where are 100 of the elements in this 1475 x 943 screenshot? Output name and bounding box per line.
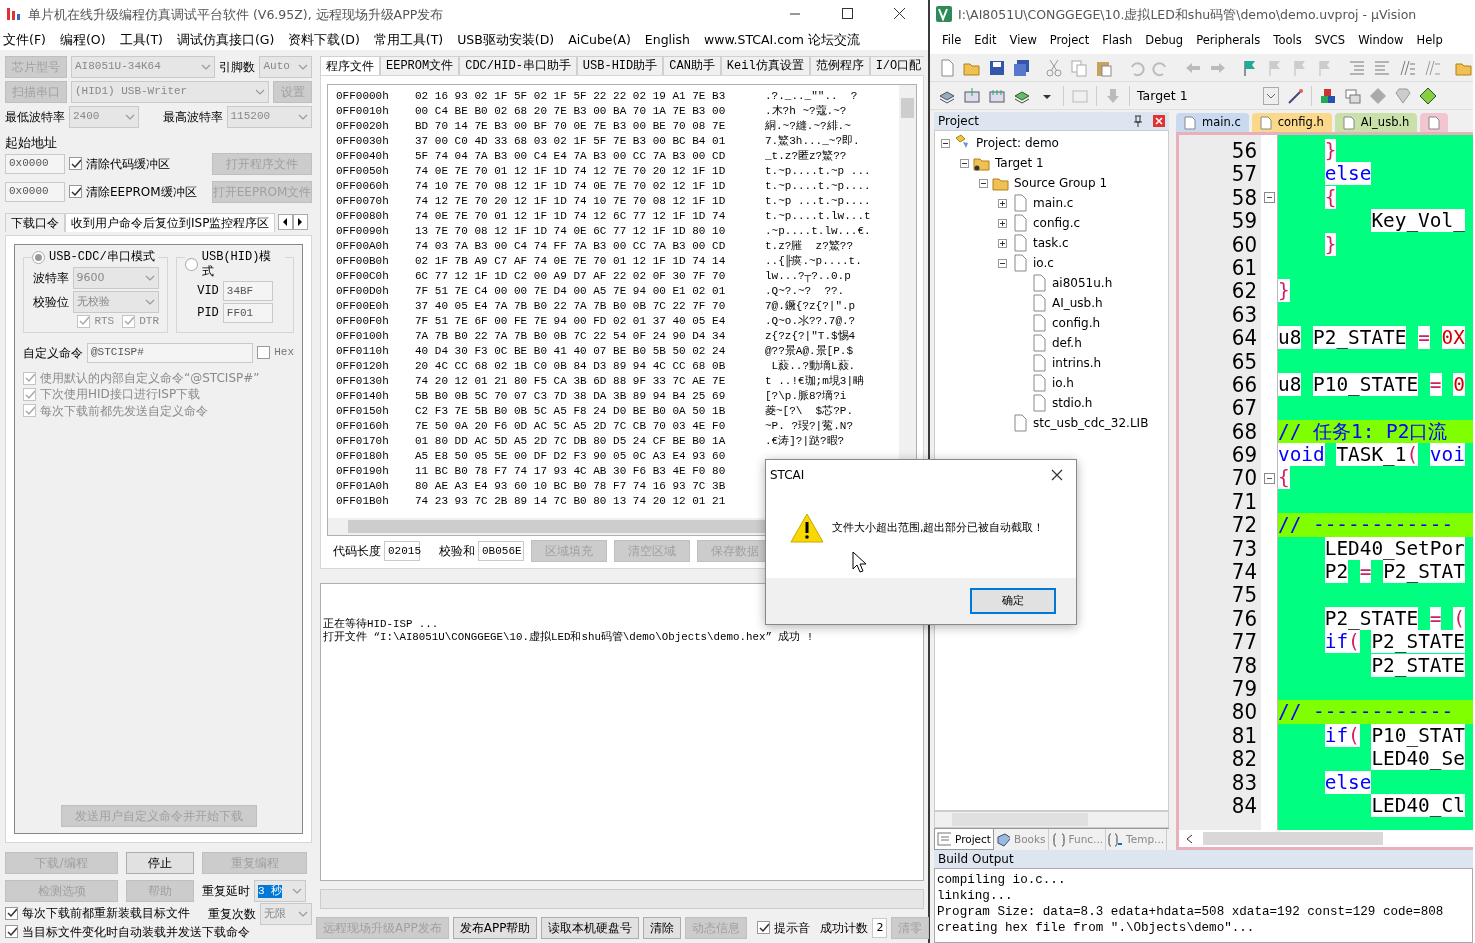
checkbox[interactable] [757, 921, 771, 935]
tree-item[interactable]: main.c [1033, 195, 1074, 211]
tree-item[interactable]: AI_usb.h [1052, 295, 1103, 311]
checkbox[interactable] [69, 185, 82, 199]
tree-item[interactable]: io.c [1033, 255, 1054, 271]
ok-button[interactable]: 确定 [970, 588, 1056, 614]
tree-item[interactable]: def.h [1052, 335, 1082, 351]
chip-icon[interactable] [1419, 86, 1437, 105]
menu-item[interactable]: View [1009, 34, 1037, 48]
tab[interactable]: AI_usb.h [1334, 113, 1418, 132]
checkbox[interactable] [5, 906, 18, 920]
close-icon[interactable] [1050, 468, 1064, 482]
tree-item[interactable]: Project: demo [976, 135, 1059, 151]
tab[interactable]: 范例程序 [809, 56, 870, 76]
tab[interactable]: 收到用户命令后复位到ISP监控程序区 [65, 213, 276, 233]
menu-item[interactable]: Peripherals [1196, 34, 1261, 48]
expand-toggle-icon[interactable] [941, 138, 950, 148]
checkbox[interactable] [23, 404, 36, 418]
menu-item[interactable]: Help [1416, 34, 1443, 48]
menu-item[interactable]: Window [1358, 34, 1404, 48]
menu-item[interactable]: SVCS [1314, 34, 1346, 48]
text-field[interactable]: @STCISP# [87, 342, 254, 363]
menu-item[interactable]: Debug [1145, 34, 1184, 48]
checkbox[interactable] [23, 388, 36, 402]
button[interactable]: 读取本机硬盘号 [541, 917, 640, 939]
tree-item[interactable]: task.c [1033, 235, 1069, 251]
tab[interactable]: USB-HID助手 [576, 56, 664, 76]
address-field[interactable]: 0x0000 [5, 154, 65, 174]
download-arrow-icon[interactable] [1104, 86, 1122, 105]
tab[interactable]: 程序文件 [320, 56, 380, 76]
tab[interactable]: Keil仿真设置 [720, 56, 810, 76]
radio-button[interactable] [185, 258, 198, 272]
menu-item[interactable]: 编程(O) [59, 31, 106, 47]
tree-item[interactable]: config.h [1052, 315, 1101, 331]
tree-item[interactable]: Source Group 1 [1014, 175, 1107, 191]
expand-toggle-icon[interactable] [979, 178, 988, 188]
target-dropdown[interactable]: Target 1 [1137, 86, 1279, 105]
tab[interactable]: EEPROM文件 [380, 56, 460, 76]
menu-item[interactable]: 常用工具(T) [373, 31, 444, 47]
tab[interactable] [1420, 113, 1449, 132]
comment-icon[interactable] [1398, 58, 1416, 77]
scrollbar[interactable] [934, 811, 1169, 828]
tree-item[interactable]: stc_usb_cdc_32.LIB [1033, 415, 1149, 431]
button[interactable]: 停止 [126, 852, 194, 875]
text-field[interactable]: 2 [872, 918, 888, 938]
windows-icon[interactable] [1344, 86, 1362, 105]
tab[interactable]: CAN助手 [663, 56, 721, 76]
tree-item[interactable]: stdio.h [1052, 395, 1093, 411]
save-icon[interactable] [988, 58, 1006, 77]
expand-toggle-icon[interactable] [998, 258, 1007, 268]
collapse-icon[interactable] [1263, 472, 1275, 484]
indent-icon[interactable] [1348, 58, 1366, 77]
checkbox[interactable] [23, 371, 36, 385]
expand-toggle-icon[interactable] [998, 218, 1007, 228]
code-area[interactable] [1278, 135, 1473, 830]
button[interactable]: 清除 [643, 917, 682, 939]
copy-icon[interactable] [1070, 58, 1088, 77]
text-field[interactable]: 02015 [384, 541, 420, 562]
scroll-arrows-icon[interactable] [278, 214, 309, 231]
scrollbar[interactable] [1179, 830, 1473, 847]
uncomment-icon[interactable] [1423, 58, 1441, 77]
menu-item[interactable]: 资料下载(D) [288, 31, 360, 47]
tree-item[interactable]: config.c [1033, 215, 1081, 231]
menu-item[interactable]: www.STCAI.com 论坛交流 [703, 31, 860, 47]
menu-item[interactable]: 调试仿真接口(G) [176, 31, 275, 47]
collapse-icon[interactable] [1263, 191, 1275, 203]
tab[interactable]: 下载口令 [5, 213, 65, 233]
pin-icon[interactable] [1133, 115, 1143, 127]
menu-item[interactable]: AiCube(A) [568, 31, 631, 47]
button[interactable]: 发布APP帮助 [452, 917, 538, 939]
tree-item[interactable]: io.h [1052, 375, 1074, 391]
outdent-icon[interactable] [1373, 58, 1391, 77]
menu-item[interactable]: 工具(T) [119, 31, 163, 47]
expand-toggle-icon[interactable] [960, 158, 969, 168]
dropdown[interactable]: 3 秒 [254, 880, 306, 903]
menu-item[interactable]: Project [1049, 34, 1090, 48]
menu-item[interactable]: Flash [1102, 34, 1133, 48]
diamond-icon[interactable] [1369, 86, 1387, 105]
text-field[interactable]: 0B056E [478, 541, 524, 562]
expand-toggle-icon[interactable] [998, 198, 1007, 208]
text-field[interactable]: 34BF [222, 281, 273, 302]
cubes-icon[interactable] [1319, 86, 1337, 105]
wand-icon[interactable] [1286, 86, 1304, 105]
new-file-icon[interactable] [938, 58, 956, 77]
menu-item[interactable]: USB驱动安装(D) [457, 31, 555, 47]
checkbox[interactable] [5, 925, 18, 939]
tree-item[interactable]: Target 1 [995, 155, 1044, 171]
radio-button[interactable] [32, 251, 45, 265]
menu-item[interactable]: 文件(F) [3, 31, 46, 47]
download-icon[interactable] [963, 86, 981, 105]
checkbox[interactable] [257, 346, 271, 360]
tab[interactable]: I/O口配 [869, 56, 924, 76]
menu-item[interactable]: Tools [1273, 34, 1302, 48]
address-field[interactable]: 0x0000 [5, 182, 65, 202]
cut-icon[interactable] [1045, 58, 1063, 77]
tree-item[interactable]: intrins.h [1052, 355, 1102, 371]
tab[interactable]: config.h [1251, 113, 1332, 132]
menu-item[interactable]: Edit [974, 34, 997, 48]
gem-icon[interactable] [1394, 86, 1412, 105]
menu-item[interactable]: File [942, 34, 962, 48]
